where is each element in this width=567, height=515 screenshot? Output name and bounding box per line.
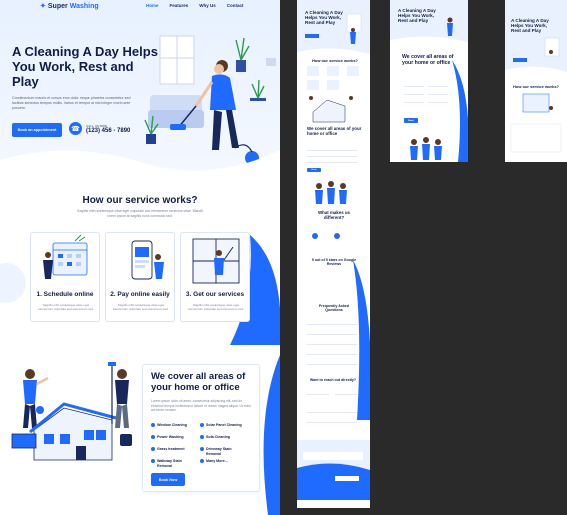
mobile-2-coverage-title: We cover all areas of your home or offic… bbox=[402, 54, 454, 66]
feature-item: Window Cleaning bbox=[151, 423, 196, 428]
mobile-services-title: How our service works? bbox=[311, 58, 358, 63]
mobile-why-title: What makes us different? bbox=[318, 210, 350, 220]
mobile-reviews-title: 5 out of 5 stars on Google Reviews bbox=[311, 258, 357, 267]
hero-title: A Cleaning A Day Helps You Work, Rest an… bbox=[12, 44, 158, 89]
step-2-title: 2. Pay online easily bbox=[110, 291, 170, 298]
step-3-title: 3. Get our services bbox=[185, 291, 245, 298]
hero-wave-shape bbox=[0, 150, 280, 190]
mobile-preview-coverage: A Cleaning A Day Helps You Work, Rest an… bbox=[390, 0, 468, 162]
step-card-pay: 2. Pay online easily Sagittis nibh scele… bbox=[105, 232, 175, 322]
coverage-panel: We cover all areas of your home or offic… bbox=[142, 364, 260, 492]
mobile-full-illustrations bbox=[297, 0, 370, 508]
step-2-text: Sagittis nibh scelerisque vitae eget ele… bbox=[113, 303, 169, 312]
house-workers-illustration bbox=[11, 362, 132, 461]
phone-number: (123) 456 - 7890 bbox=[86, 127, 131, 134]
nav-features[interactable]: Features bbox=[170, 3, 189, 8]
brand-name-part1: Super bbox=[47, 2, 68, 10]
check-icon bbox=[200, 447, 204, 452]
phone-icon: ☎ bbox=[69, 122, 82, 135]
feature-item: Many More... bbox=[200, 459, 245, 464]
mobile-2-hero-title: A Cleaning A Day Helps You Work, Rest an… bbox=[398, 8, 436, 23]
mobile-3-hero-title: A Cleaning A Day Helps You Work, Rest an… bbox=[511, 18, 549, 33]
mobile-book-button[interactable]: Book bbox=[307, 168, 321, 172]
window-cleaner-illustration bbox=[192, 238, 240, 284]
coverage-blue-blob bbox=[263, 355, 280, 515]
check-icon bbox=[200, 435, 204, 440]
mobile-hero-title: A Cleaning A Day Helps You Work, Rest an… bbox=[305, 10, 343, 25]
nav-home[interactable]: Home bbox=[146, 3, 159, 8]
phone-payment-illustration bbox=[131, 240, 164, 280]
services-title: How our service works? bbox=[82, 195, 198, 206]
brand-name-part2: Washing bbox=[69, 2, 99, 10]
desktop-page: ✦ Super Washing Home Features Why Us Cont… bbox=[0, 0, 280, 515]
step-1-title: 1. Schedule online bbox=[36, 291, 94, 298]
top-nav: ✦ Super Washing Home Features Why Us Cont… bbox=[0, 0, 280, 14]
call-us-block[interactable]: ☎ CALL US NOW (123) 456 - 7890 bbox=[69, 122, 130, 135]
feature-item: Solar Panel Cleaning bbox=[200, 423, 245, 428]
check-icon bbox=[151, 435, 155, 440]
check-icon bbox=[151, 423, 155, 428]
brand-logo[interactable]: ✦ Super Washing bbox=[40, 2, 99, 11]
nav-why-us[interactable]: Why Us bbox=[199, 3, 216, 8]
feature-item: Walkway Stain Removal bbox=[151, 459, 196, 468]
services-description: Sagittis nibh scelerisque vitae eget vul… bbox=[77, 209, 203, 218]
check-icon bbox=[200, 459, 204, 464]
check-icon bbox=[151, 459, 155, 464]
coverage-description: Lorem ipsum dolor sit amet, consectetur … bbox=[151, 399, 251, 413]
sparkle-icon: ✦ bbox=[40, 3, 46, 10]
check-icon bbox=[200, 423, 204, 428]
hero-subtitle: Condimentum mauris et cursus eros dolor … bbox=[12, 96, 131, 110]
mobile-coverage-title: We cover all areas of your home or offic… bbox=[307, 126, 362, 136]
mobile-faq-title: Frequently Asked Questions bbox=[318, 304, 350, 313]
mobile-3-services-title: How our service works? bbox=[512, 84, 559, 89]
feature-item: Sofa Cleaning bbox=[200, 435, 245, 440]
mobile-preview-full: A Cleaning A Day Helps You Work, Rest an… bbox=[297, 0, 370, 508]
calendar-illustration bbox=[43, 234, 88, 279]
feature-item: Driveway Stain Removal bbox=[200, 447, 245, 456]
step-card-get-services: 3. Get our services Sagittis nibh sceler… bbox=[180, 232, 250, 322]
mobile-contact-title: Want to reach out directly? bbox=[309, 378, 357, 382]
step-card-schedule: 1. Schedule online Sagittis nibh sceleri… bbox=[30, 232, 100, 322]
check-icon bbox=[151, 447, 155, 452]
mobile-2-book-button[interactable]: Book bbox=[404, 118, 418, 123]
step-1-text: Sagittis nibh scelerisque vitae eget ele… bbox=[38, 303, 94, 312]
step-3-text: Sagittis nibh scelerisque vitae eget ele… bbox=[188, 303, 244, 312]
feature-item: Power Washing bbox=[151, 435, 196, 440]
mobile-preview-services: A Cleaning A Day Helps You Work, Rest an… bbox=[505, 0, 567, 162]
coverage-title: We cover all areas of your home or offic… bbox=[151, 371, 246, 393]
nav-contact[interactable]: Contact bbox=[227, 3, 244, 8]
book-now-button[interactable]: Book Now bbox=[151, 473, 185, 486]
book-appointment-button[interactable]: Book an appointment bbox=[12, 123, 62, 137]
feature-item: Grass treatment bbox=[151, 447, 196, 452]
mobile-coverage-illustrations bbox=[390, 0, 468, 162]
